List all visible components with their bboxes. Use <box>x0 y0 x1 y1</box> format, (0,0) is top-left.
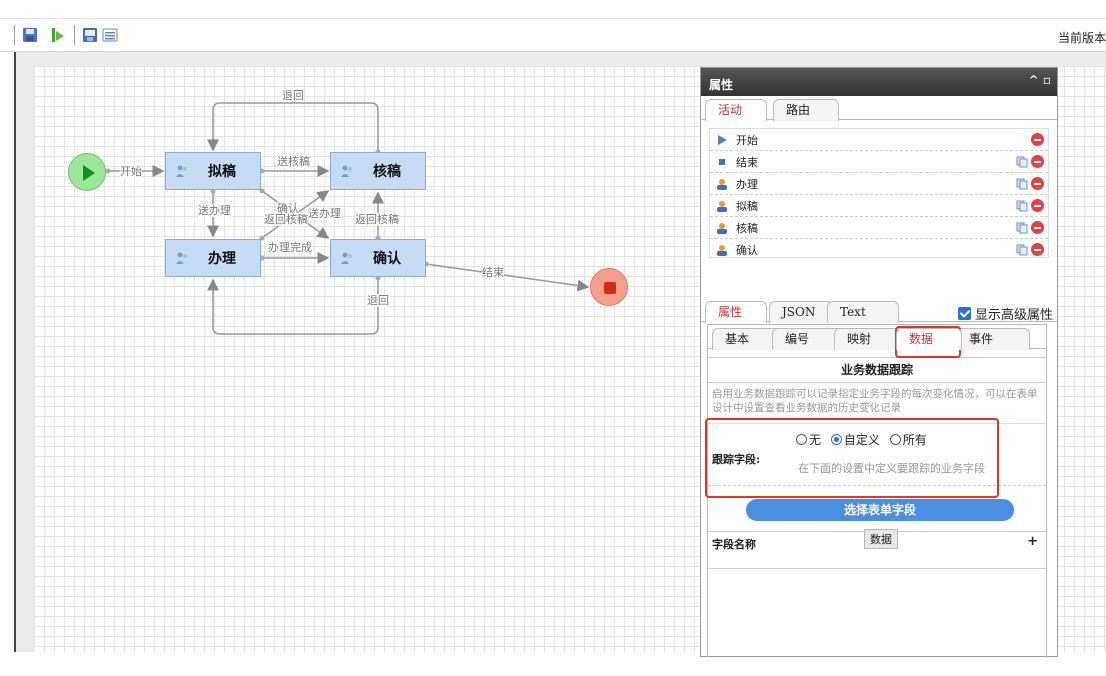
edge-label-back-bottom: 退回 <box>367 294 389 307</box>
edge-label-back-top: 退回 <box>282 89 304 102</box>
tooltip: 数据 <box>864 529 898 549</box>
user-icon <box>717 178 727 190</box>
tab-activity[interactable]: 活动 <box>705 99 767 121</box>
property-panel: 属性 ^ ▫ 活动 路由 开始 结束 办理 拟稿 核稿 确认 属性 JSON T… <box>700 67 1058 658</box>
edge-label-send-handle: 送办理 <box>198 204 231 217</box>
copy-icon[interactable] <box>1016 156 1028 168</box>
edge-label-send-review: 送核稿 <box>277 155 310 168</box>
copy-icon[interactable] <box>1016 178 1028 190</box>
node-handle[interactable]: 办理 <box>165 239 261 277</box>
tab-text[interactable]: Text <box>827 301 899 323</box>
activity-label: 确认 <box>736 244 758 257</box>
checkbox-icon[interactable] <box>957 307 971 320</box>
user-icon <box>717 222 727 234</box>
delete-icon[interactable] <box>1031 221 1044 234</box>
edge-end[interactable] <box>425 263 590 292</box>
users-icon <box>176 252 187 264</box>
tab-data[interactable]: 数据 <box>896 328 962 350</box>
tab-mapping[interactable]: 映射 <box>834 328 904 350</box>
tab-json[interactable]: JSON <box>769 301 833 323</box>
copy-icon[interactable] <box>1016 200 1028 212</box>
panel-controls[interactable]: ^ ▫ <box>1029 73 1051 87</box>
delete-icon[interactable] <box>1031 133 1044 146</box>
node-label: 办理 <box>208 251 236 267</box>
user-icon <box>717 200 727 212</box>
activity-label: 拟稿 <box>736 199 758 213</box>
edge-label-send-handle-cross: 送办理 <box>308 207 341 220</box>
user-icon <box>717 245 727 256</box>
list-item[interactable]: 确认 <box>710 239 1048 261</box>
node-label: 确认 <box>373 251 401 267</box>
version-label: 当前版本 <box>1057 31 1106 45</box>
sub-tabs: 基本 编号 映射 数据 事件 <box>708 325 1046 350</box>
start-node[interactable] <box>68 153 106 191</box>
highlight-track-field <box>705 418 999 498</box>
edge-label-handle-done: 办理完成 <box>268 241 312 254</box>
section-title: 业务数据跟踪 <box>708 357 1046 383</box>
node-review[interactable]: 核稿 <box>330 152 426 190</box>
tab-route[interactable]: 路由 <box>773 99 839 121</box>
list-item[interactable]: 办理 <box>710 173 1048 195</box>
edge-label-start: 开始 <box>120 165 142 178</box>
field-name-header: 字段名称 <box>712 538 756 551</box>
play-icon <box>718 134 727 145</box>
panel-title: 属性 <box>709 78 734 92</box>
edge-back-top[interactable] <box>207 102 379 152</box>
pick-fields-button[interactable]: 选择表单字段 <box>746 499 1014 521</box>
advanced-toggle[interactable]: 显示高级属性 <box>957 304 1053 323</box>
tab-event[interactable]: 事件 <box>956 328 1030 350</box>
stop-icon <box>719 158 725 165</box>
list-item[interactable]: 结束 <box>710 151 1048 173</box>
panel-header: 属性 ^ ▫ <box>701 68 1057 96</box>
edge-label-return-review-cross: 返回核稿 <box>264 213 308 226</box>
edge-label-end: 结束 <box>482 266 504 279</box>
activity-label: 核稿 <box>736 221 758 235</box>
users-icon <box>176 165 187 177</box>
edge-back-bottom[interactable] <box>207 278 379 335</box>
edge-label-return-review: 返回核稿 <box>355 213 399 226</box>
node-confirm[interactable]: 确认 <box>330 239 426 277</box>
copy-icon[interactable] <box>1016 222 1028 234</box>
activity-list: 开始 结束 办理 拟稿 核稿 确认 <box>709 128 1049 258</box>
top-tabs: 活动 路由 <box>701 96 1057 121</box>
node-label: 拟稿 <box>208 164 236 180</box>
users-icon <box>341 252 352 264</box>
copy-icon[interactable] <box>1016 244 1028 256</box>
tab-property[interactable]: 属性 <box>705 301 767 323</box>
list-item[interactable]: 拟稿 <box>710 195 1048 217</box>
property-tabs: 属性 JSON Text 显示高级属性 <box>701 298 1057 323</box>
activity-label: 开始 <box>736 133 758 147</box>
list-item[interactable]: 开始 <box>710 129 1048 151</box>
activity-label: 结束 <box>736 155 758 169</box>
delete-icon[interactable] <box>1031 199 1044 212</box>
users-icon <box>341 165 352 177</box>
node-label: 核稿 <box>373 164 401 180</box>
node-draft[interactable]: 拟稿 <box>165 152 261 190</box>
delete-icon[interactable] <box>1031 243 1044 256</box>
advanced-label: 显示高级属性 <box>974 308 1053 323</box>
end-node[interactable] <box>590 268 628 306</box>
delete-icon[interactable] <box>1031 177 1044 190</box>
list-item[interactable]: 核稿 <box>710 217 1048 239</box>
add-field-icon[interactable]: + <box>1027 534 1038 549</box>
flow-connectors <box>105 102 590 335</box>
activity-label: 办理 <box>736 177 758 191</box>
delete-icon[interactable] <box>1031 155 1044 168</box>
section-description: 启用业务数据跟踪可以记录指定业务字段的每次变化情况，可以在表单设计中设置查看业务… <box>712 388 1038 414</box>
